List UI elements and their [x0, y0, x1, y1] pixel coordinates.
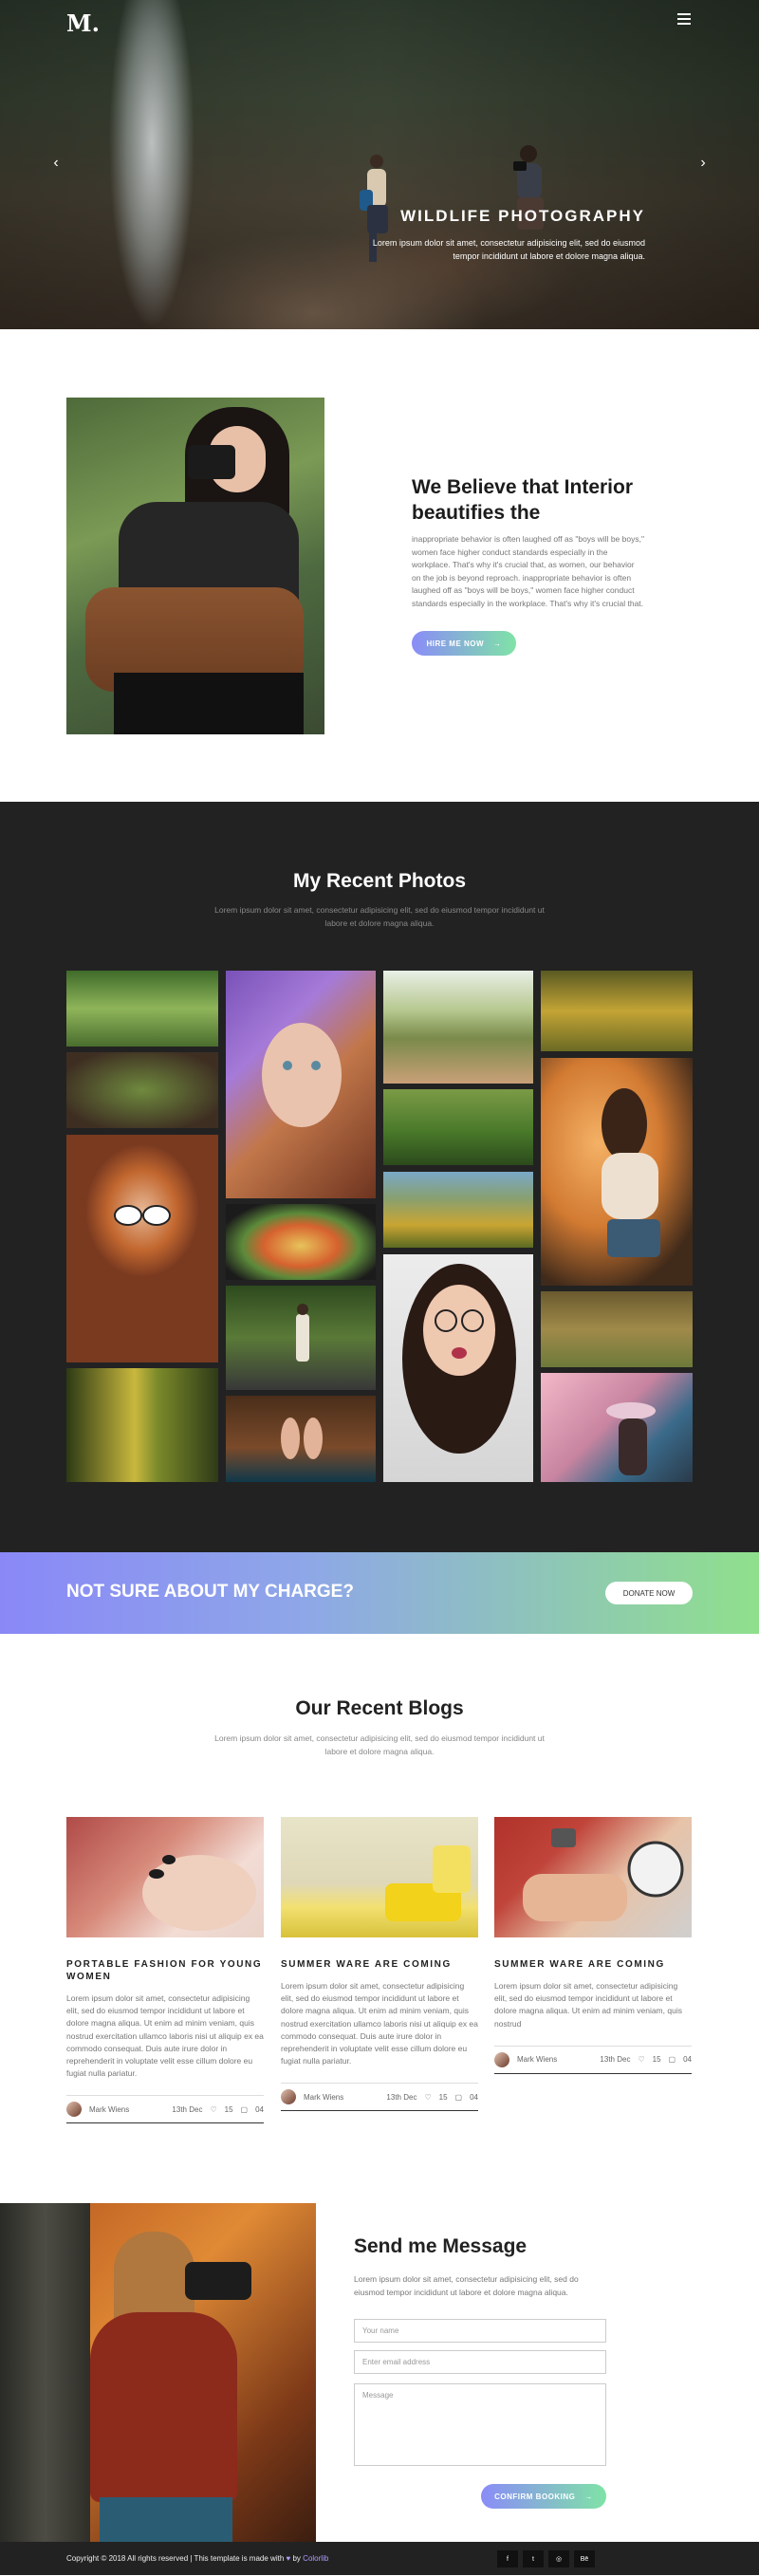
photo-woman-road[interactable]: [226, 1286, 376, 1390]
hero-banner: M. ‹ › WILDLIFE PHOTOGRAPHY Lorem ipsum …: [0, 0, 759, 329]
contact-photo: [0, 2203, 316, 2542]
behance-icon[interactable]: Bē: [574, 2550, 595, 2567]
blog-title[interactable]: SUMMER WARE ARE COMING: [494, 1958, 692, 1971]
blog-author[interactable]: Mark Wiens: [517, 2055, 600, 2064]
facebook-icon[interactable]: f: [497, 2550, 518, 2567]
copyright-by: by: [292, 2554, 301, 2563]
camera-illustration: [188, 445, 235, 479]
avatar: [281, 2089, 296, 2105]
comment-icon[interactable]: ▢: [455, 2093, 463, 2102]
hire-me-label: HIRE ME NOW: [426, 639, 485, 648]
blog-card[interactable]: PORTABLE FASHION FOR YOUNG WOMEN Lorem i…: [66, 1817, 264, 2124]
hero-title: WILDLIFE PHOTOGRAPHY: [400, 207, 645, 225]
blog-meta: Mark Wiens 13th Dec ♡ 15 ▢ 04: [66, 2095, 264, 2124]
heart-icon: ♥: [286, 2554, 291, 2563]
photo-salad-bowl[interactable]: [226, 1204, 376, 1280]
blog-image-nails[interactable]: [66, 1817, 264, 1937]
photo-woman-grass[interactable]: [541, 971, 693, 1051]
blog-date: 13th Dec: [172, 2104, 203, 2114]
confirm-booking-label: CONFIRM BOOKING: [494, 2492, 576, 2501]
blog-image-yellow[interactable]: [281, 1817, 478, 1937]
photo-green-hills[interactable]: [383, 1089, 533, 1165]
dribbble-icon[interactable]: ◎: [548, 2550, 569, 2567]
photos-subtitle: Lorem ipsum dolor sit amet, consectetur …: [214, 905, 545, 928]
copyright-prefix: Copyright © 2018 All rights reserved | T…: [66, 2554, 285, 2563]
photo-woman-sunset[interactable]: [541, 1058, 693, 1286]
contact-title: Send me Message: [354, 2235, 528, 2257]
arrow-right-icon: →: [584, 2492, 593, 2501]
chevron-left-icon[interactable]: ‹: [49, 156, 63, 171]
contact-text: Lorem ipsum dolor sit amet, consectetur …: [354, 2274, 579, 2297]
comment-icon[interactable]: ▢: [241, 2105, 249, 2114]
hamburger-menu-icon[interactable]: [677, 13, 691, 25]
about-section: We Believe that Interior beautifies the …: [0, 329, 759, 802]
avatar: [66, 2102, 82, 2118]
blog-date: 13th Dec: [386, 2092, 417, 2102]
brand-link[interactable]: Colorlib: [303, 2554, 328, 2563]
blog-likes: 15: [224, 2104, 233, 2114]
blog-comments: 04: [683, 2055, 692, 2065]
photo-beach-trail[interactable]: [383, 971, 533, 1084]
hero-text: Lorem ipsum dolor sit amet, consectetur …: [372, 238, 645, 261]
photos-title: My Recent Photos: [292, 870, 467, 892]
photo-sunlit-forest[interactable]: [66, 1368, 218, 1482]
blog-excerpt: Lorem ipsum dolor sit amet, consectetur …: [494, 1981, 682, 2029]
hire-me-button[interactable]: HIRE ME NOW →: [412, 631, 516, 656]
blog-excerpt: Lorem ipsum dolor sit amet, consectetur …: [281, 1981, 478, 2066]
photo-couple-field[interactable]: [541, 1291, 693, 1367]
recent-blogs-section: Our Recent Blogs Lorem ipsum dolor sit a…: [0, 1634, 759, 2203]
blog-date: 13th Dec: [600, 2055, 631, 2065]
blogs-title: Our Recent Blogs: [295, 1697, 464, 1719]
blog-likes: 15: [438, 2092, 448, 2102]
blog-card[interactable]: SUMMER WARE ARE COMING Lorem ipsum dolor…: [281, 1817, 478, 2112]
footer: Copyright © 2018 All rights reserved | T…: [0, 2542, 759, 2575]
blogs-subtitle: Lorem ipsum dolor sit amet, consectetur …: [214, 1733, 545, 1756]
confirm-booking-button[interactable]: CONFIRM BOOKING →: [481, 2484, 606, 2509]
blog-meta: Mark Wiens 13th Dec ♡ 15 ▢ 04: [494, 2045, 692, 2074]
photo-mountain-meadow[interactable]: [383, 1172, 533, 1248]
copyright-text: Copyright © 2018 All rights reserved | T…: [66, 2554, 328, 2563]
photo-woman-sea[interactable]: [541, 1373, 693, 1482]
about-photo: [66, 398, 324, 734]
heart-icon[interactable]: ♡: [210, 2105, 216, 2114]
email-field[interactable]: Enter email address: [354, 2350, 606, 2374]
arrow-right-icon: →: [493, 639, 502, 648]
photo-woman-sunglasses[interactable]: [66, 1135, 218, 1362]
about-text: inappropriate behavior is often laughed …: [412, 534, 644, 608]
recent-photos-section: My Recent Photos Lorem ipsum dolor sit a…: [0, 802, 759, 1552]
donate-now-button[interactable]: DONATE NOW: [605, 1582, 693, 1604]
logo[interactable]: M.: [66, 9, 100, 37]
name-field[interactable]: Your name: [354, 2319, 606, 2343]
blog-title[interactable]: SUMMER WARE ARE COMING: [281, 1958, 478, 1971]
blog-meta: Mark Wiens 13th Dec ♡ 15 ▢ 04: [281, 2083, 478, 2112]
social-links: f t ◎ Bē: [497, 2550, 595, 2567]
photo-forest-path[interactable]: [66, 971, 218, 1047]
about-title: We Believe that Interior beautifies the: [412, 476, 634, 525]
blog-author[interactable]: Mark Wiens: [304, 2093, 386, 2102]
heart-icon[interactable]: ♡: [638, 2055, 644, 2064]
photo-bare-feet[interactable]: [226, 1396, 376, 1482]
photo-redhead-portrait[interactable]: [226, 971, 376, 1198]
message-field[interactable]: Message: [354, 2383, 606, 2466]
camera-illustration: [185, 2262, 251, 2300]
comment-icon[interactable]: ▢: [669, 2055, 676, 2064]
heart-icon[interactable]: ♡: [424, 2093, 431, 2102]
blog-comments: 04: [255, 2104, 264, 2114]
cta-title: NOT SURE ABOUT MY CHARGE?: [66, 1582, 354, 1602]
cta-banner: NOT SURE ABOUT MY CHARGE? DONATE NOW: [0, 1552, 759, 1634]
photo-woman-glasses[interactable]: [383, 1254, 533, 1482]
blog-image-blood-pressure[interactable]: [494, 1817, 692, 1937]
twitter-icon[interactable]: t: [523, 2550, 544, 2567]
blog-card[interactable]: SUMMER WARE ARE COMING Lorem ipsum dolor…: [494, 1817, 692, 2074]
blog-comments: 04: [470, 2092, 478, 2102]
avatar: [494, 2051, 509, 2067]
contact-section: Send me Message Lorem ipsum dolor sit am…: [0, 2203, 759, 2542]
chevron-right-icon[interactable]: ›: [696, 156, 710, 171]
blog-author[interactable]: Mark Wiens: [89, 2105, 172, 2114]
blog-title[interactable]: PORTABLE FASHION FOR YOUNG WOMEN: [66, 1958, 264, 1983]
blog-excerpt: Lorem ipsum dolor sit amet, consectetur …: [66, 1993, 264, 2079]
blog-likes: 15: [652, 2055, 661, 2065]
photo-fern[interactable]: [66, 1052, 218, 1128]
